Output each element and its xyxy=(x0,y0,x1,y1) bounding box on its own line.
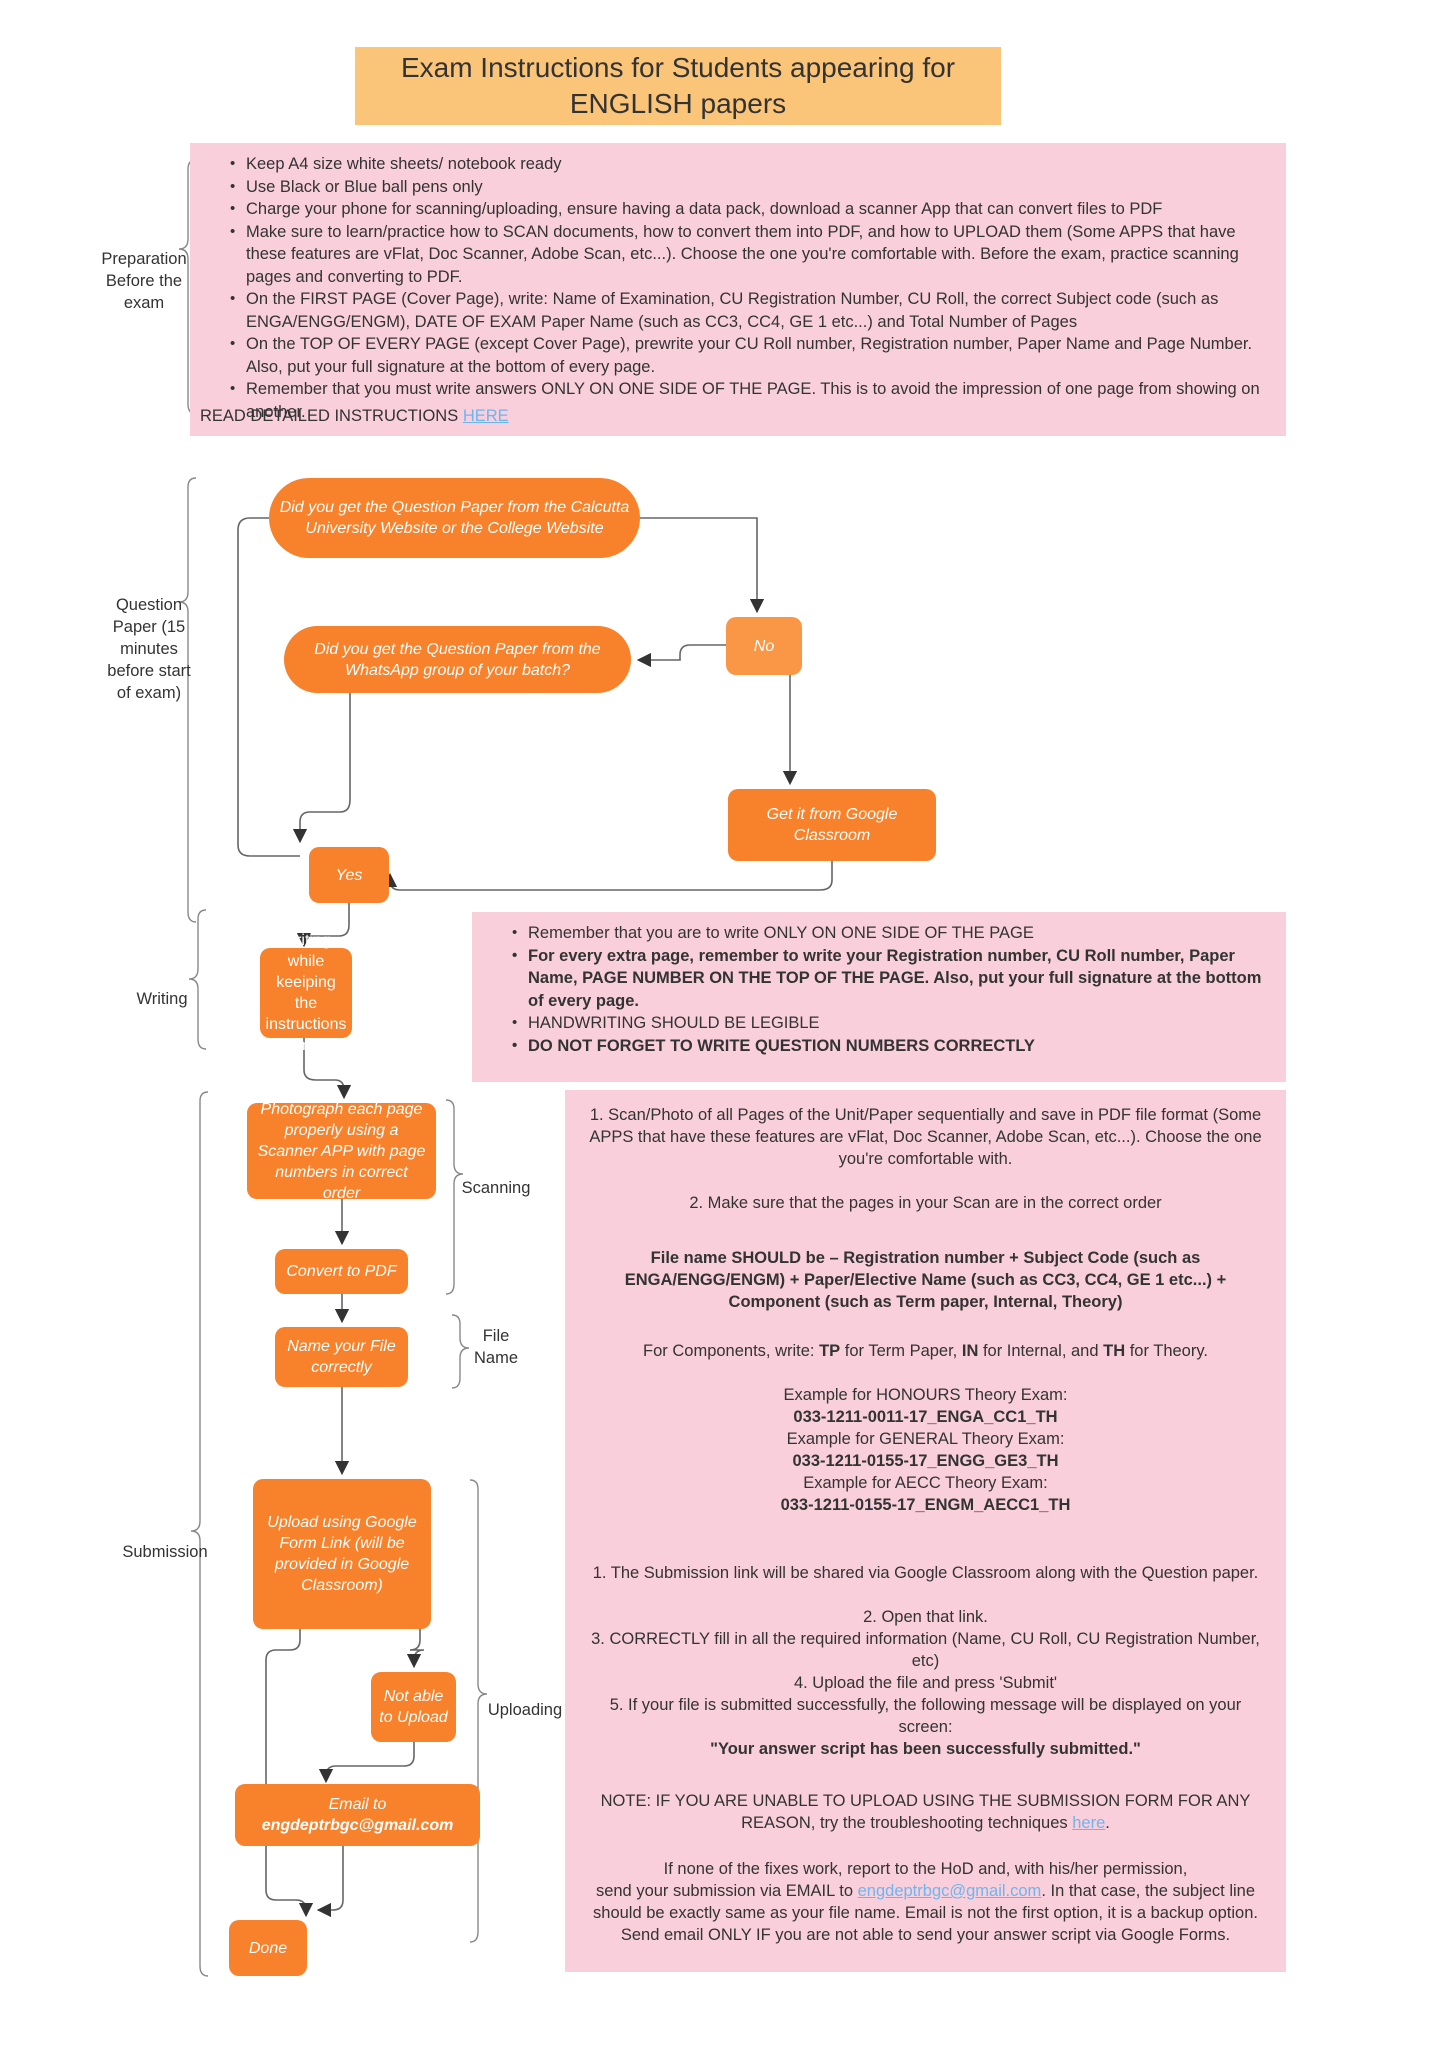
list-item: HANDWRITING SHOULD BE LEGIBLE xyxy=(512,1012,1268,1035)
fallback-text-1: send your submission via EMAIL to xyxy=(595,1882,858,1900)
list-item: DO NOT FORGET TO WRITE QUESTION NUMBERS … xyxy=(512,1035,1268,1058)
list-item: On the FIRST PAGE (Cover Page), write: N… xyxy=(230,288,1268,333)
node-email-to[interactable]: Email to engdeptrbgc@gmail.com xyxy=(235,1784,480,1846)
note-text-end: . xyxy=(1105,1814,1110,1832)
node-done[interactable]: Done xyxy=(229,1920,307,1976)
node-question-paper-website[interactable]: Did you get the Question Paper from the … xyxy=(269,478,640,558)
submit-step-4: 4. Upload the file and press 'Submit' xyxy=(793,1674,1058,1692)
file-name-rule: File name SHOULD be – Registration numbe… xyxy=(624,1249,1227,1311)
writing-bullet-list: Remember that you are to write ONLY ON O… xyxy=(472,912,1286,1057)
list-item: For every extra page, remember to write … xyxy=(512,945,1268,1013)
stage-label-uploading: Uploading xyxy=(487,1701,563,1719)
example-honours-label: Example for HONOURS Theory Exam: xyxy=(783,1386,1068,1404)
node-photograph-each-page[interactable]: Photograph each page properly using a Sc… xyxy=(247,1101,436,1202)
components-th: TH xyxy=(1103,1342,1126,1360)
node-get-from-google-classroom[interactable]: Get it from Google Classroom xyxy=(728,789,936,861)
stage-label-question-paper: Question Paper (15 minutes before start … xyxy=(107,596,191,702)
stage-label-writing: Writing xyxy=(136,990,188,1008)
fallback-line-1: If none of the fixes work, report to the… xyxy=(663,1860,1188,1878)
submit-step-3: 3. CORRECTLY fill in all the required in… xyxy=(591,1630,1260,1670)
example-honours-value: 033-1211-0011-17_ENGA_CC1_TH xyxy=(793,1408,1058,1426)
detailed-instructions-link[interactable]: HERE xyxy=(463,407,509,425)
submit-success-message: "Your answer script has been successfull… xyxy=(710,1740,1141,1758)
components-text-4: for Theory. xyxy=(1125,1342,1208,1360)
submit-step-1: 1. The Submission link will be shared vi… xyxy=(592,1564,1259,1582)
writing-instructions-panel: Remember that you are to write ONLY ON O… xyxy=(472,912,1286,1082)
procedure-instructions-panel: 1. Scan/Photo of all Pages of the Unit/P… xyxy=(565,1090,1286,1972)
example-aecc-label: Example for AECC Theory Exam: xyxy=(803,1474,1048,1492)
node-question-paper-whatsapp[interactable]: Did you get the Question Paper from the … xyxy=(284,626,631,693)
node-convert-to-pdf[interactable]: Convert to PDF xyxy=(275,1249,408,1294)
read-detailed-instructions: READ DETAILED INSTRUCTIONS HERE xyxy=(200,407,509,426)
preparation-instructions-panel: Keep A4 size white sheets/ notebook read… xyxy=(190,143,1286,436)
list-item: Keep A4 size white sheets/ notebook read… xyxy=(230,153,1268,176)
components-tp: TP xyxy=(819,1342,841,1360)
submit-step-2: 2. Open that link. xyxy=(863,1608,988,1626)
node-yes[interactable]: Yes xyxy=(309,847,389,903)
node-email-label: Email to xyxy=(328,1796,387,1813)
node-writing-while-keeping-instructions[interactable]: Writing while keeiping the instructions … xyxy=(260,932,352,1054)
example-general-value: 033-1211-0155-17_ENGG_GE3_TH xyxy=(792,1452,1059,1470)
example-general-label: Example for GENERAL Theory Exam: xyxy=(786,1430,1065,1448)
scan-step-1: 1. Scan/Photo of all Pages of the Unit/P… xyxy=(589,1106,1262,1168)
stage-label-file-name: File Name xyxy=(473,1327,518,1367)
troubleshooting-link[interactable]: here xyxy=(1072,1814,1105,1832)
node-name-your-file[interactable]: Name your File correctly xyxy=(275,1327,408,1387)
list-item: Use Black or Blue ball pens only xyxy=(230,176,1268,199)
note-text: NOTE: IF YOU ARE UNABLE TO UPLOAD USING … xyxy=(600,1792,1251,1832)
components-text-3: for Internal, and xyxy=(978,1342,1104,1360)
components-legend: For Components, write: TP for Term Paper… xyxy=(565,1340,1286,1362)
stage-label-preparation: Preparation Before the exam xyxy=(101,250,187,312)
read-instructions-label: READ DETAILED INSTRUCTIONS xyxy=(200,407,463,425)
node-email-address: engdeptrbgc@gmail.com xyxy=(261,1817,454,1834)
fallback-email-link[interactable]: engdeptrbgc@gmail.com xyxy=(858,1882,1042,1900)
node-not-able-to-upload[interactable]: Not able to Upload xyxy=(371,1672,456,1742)
page-title: Exam Instructions for Students appearing… xyxy=(355,47,1001,125)
preparation-bullet-list: Keep A4 size white sheets/ notebook read… xyxy=(190,143,1286,423)
list-item: Make sure to learn/practice how to SCAN … xyxy=(230,221,1268,289)
node-no[interactable]: No xyxy=(726,617,802,675)
upload-failure-note: NOTE: IF YOU ARE UNABLE TO UPLOAD USING … xyxy=(565,1790,1286,1834)
fallback-paragraph: send your submission via EMAIL to engdep… xyxy=(565,1880,1286,1946)
list-item: Remember that you are to write ONLY ON O… xyxy=(512,922,1268,945)
stage-label-scanning: Scanning xyxy=(461,1179,531,1197)
scan-step-2: 2. Make sure that the pages in your Scan… xyxy=(689,1194,1162,1212)
submit-step-5: 5. If your file is submitted successfull… xyxy=(609,1696,1242,1736)
list-item: On the TOP OF EVERY PAGE (except Cover P… xyxy=(230,333,1268,378)
components-in: IN xyxy=(961,1342,979,1360)
node-upload-google-form[interactable]: Upload using Google Form Link (will be p… xyxy=(253,1479,431,1629)
list-item: Charge your phone for scanning/uploading… xyxy=(230,198,1268,221)
example-aecc-value: 033-1211-0155-17_ENGM_AECC1_TH xyxy=(780,1496,1071,1514)
components-text-2: for Term Paper, xyxy=(840,1342,962,1360)
components-text-1: For Components, write: xyxy=(643,1342,820,1360)
stage-label-submission: Submission xyxy=(122,1543,208,1561)
